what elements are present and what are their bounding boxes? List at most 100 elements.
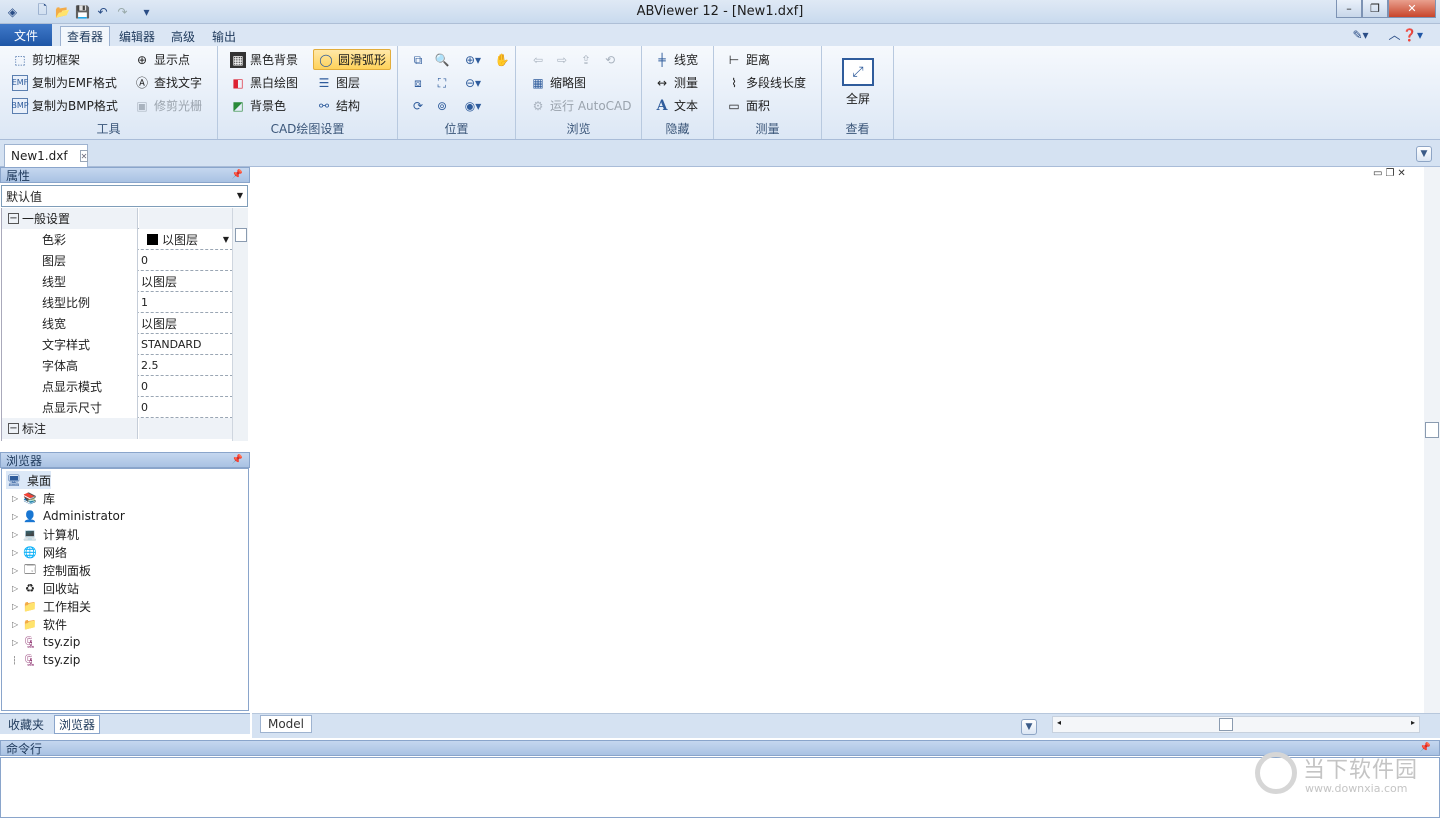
zoom-in-icon[interactable]: ⊕▾ — [460, 52, 486, 68]
expand-arrow-icon[interactable]: ▷ — [12, 584, 22, 593]
property-row-color[interactable]: 色彩 以图层 ▼ — [2, 229, 233, 250]
mdi-restore-icon[interactable]: ❐ — [1385, 168, 1397, 179]
property-row[interactable]: 图层 0 — [2, 250, 233, 271]
scroll-left-icon[interactable]: ◂ — [1057, 718, 1061, 727]
scroll-thumb[interactable] — [1425, 422, 1439, 438]
drawing-canvas[interactable] — [252, 167, 1424, 713]
restore-button[interactable]: ❐ — [1362, 0, 1388, 18]
minimize-ribbon-icon[interactable]: ︿ — [1386, 26, 1403, 43]
expand-arrow-icon[interactable]: ▷ — [12, 530, 22, 539]
collapse-icon[interactable]: − — [8, 213, 19, 224]
pan-hand-icon[interactable]: ✋ — [494, 52, 510, 68]
fit-window-icon[interactable]: ⧈ — [410, 75, 426, 91]
pin-icon[interactable]: 📌 — [232, 455, 243, 465]
tree-root-desktop[interactable]: 🖥 桌面 — [6, 471, 52, 489]
zoom-out-icon[interactable]: ⊖▾ — [460, 75, 486, 91]
zoom-previous-icon[interactable]: ⊚ — [434, 98, 450, 114]
refresh-icon[interactable]: ⟲ — [602, 52, 618, 68]
close-tab-icon[interactable]: ✕ — [79, 150, 89, 162]
copy-bmp-button[interactable]: BMP 复制为BMP格式 — [11, 95, 118, 116]
forward-arrow-icon[interactable]: ⇨ — [554, 52, 570, 68]
help-icon[interactable]: ❓▾ — [1402, 26, 1423, 43]
expand-arrow-icon[interactable]: ▷ — [12, 512, 22, 521]
mdi-close-icon[interactable]: ✕ — [1397, 168, 1408, 179]
clip-frame-button[interactable]: ⬚ 剪切框架 — [12, 49, 80, 70]
tree-item[interactable]: ▷ 📚 库 — [12, 489, 55, 507]
minimize-button[interactable]: – — [1336, 0, 1362, 18]
tree-item[interactable]: ▷ 📁 工作相关 — [12, 597, 91, 615]
property-row[interactable]: 点显示尺寸 0 — [2, 397, 233, 418]
mdi-minimize-icon[interactable]: ▭ — [1373, 168, 1385, 179]
tree-item[interactable]: ┆ 🗜 tsy.zip — [12, 651, 80, 669]
properties-selector[interactable]: 默认值 ▼ — [1, 185, 248, 207]
property-row[interactable]: 点显示模式 0 — [2, 376, 233, 397]
property-row[interactable]: 字体高 2.5 — [2, 355, 233, 376]
property-row[interactable]: 线型 以图层 — [2, 271, 233, 292]
rotate-3d-icon[interactable]: ⟳ — [410, 98, 426, 114]
find-text-button[interactable]: Ⓐ 查找文字 — [134, 72, 202, 93]
tab-favorites[interactable]: 收藏夹 — [4, 715, 48, 734]
close-button[interactable]: ✕ — [1388, 0, 1436, 18]
fullscreen-button[interactable]: ⤢ 全屏 — [840, 58, 876, 108]
tab-viewer[interactable]: 查看器 — [60, 26, 111, 46]
layout-list-chevron-icon[interactable]: ▼ — [1021, 719, 1037, 735]
show-points-button[interactable]: ⊕ 显示点 — [134, 49, 190, 70]
category-general[interactable]: − 一般设置 — [2, 208, 233, 229]
mdi-window-controls[interactable]: ▭❐✕ — [1373, 168, 1409, 179]
tab-output[interactable]: 输出 — [206, 26, 242, 46]
run-autocad-button[interactable]: ⚙ 运行 AutoCAD — [530, 95, 632, 116]
style-icon[interactable]: ✎▾ — [1352, 26, 1369, 43]
property-grid-scrollbar[interactable] — [232, 208, 248, 441]
back-arrow-icon[interactable]: ⇦ — [530, 52, 546, 68]
document-tab[interactable]: New1.dxf ✕ — [4, 144, 89, 167]
expand-arrow-icon[interactable]: ▷ — [12, 620, 22, 629]
hide-measure-button[interactable]: ↔ 测量 — [654, 72, 698, 93]
hide-text-button[interactable]: A 文本 — [654, 95, 698, 116]
expand-arrow-icon[interactable]: ▷ — [12, 602, 22, 611]
copy-emf-button[interactable]: EMF 复制为EMF格式 — [12, 72, 117, 93]
tree-item[interactable]: ▷ 🗜 tsy.zip — [12, 633, 80, 651]
property-row[interactable]: 线型比例 1 — [2, 292, 233, 313]
tree-item[interactable]: ▷ 🌐 网络 — [12, 543, 67, 561]
tab-file[interactable]: 文件 — [0, 24, 52, 46]
polyline-length-button[interactable]: ⌇ 多段线长度 — [726, 72, 806, 93]
tab-advanced[interactable]: 高级 — [165, 26, 201, 46]
tree-item[interactable]: ▷ ♻ 回收站 — [12, 579, 79, 597]
expand-arrow-icon[interactable]: ▷ — [12, 548, 22, 557]
tree-item[interactable]: ▷ 📁 软件 — [12, 615, 67, 633]
zoom-rect-icon[interactable]: 🔍 — [434, 52, 450, 68]
scroll-thumb[interactable] — [1219, 718, 1233, 731]
zoom-window-icon[interactable]: ⧉ — [410, 52, 426, 68]
trim-raster-button[interactable]: ▣ 修剪光栅 — [134, 95, 202, 116]
property-row[interactable]: 文字样式 STANDARD — [2, 334, 233, 355]
expand-arrow-icon[interactable]: ▷ — [12, 566, 22, 575]
tab-editor[interactable]: 编辑器 — [113, 26, 161, 46]
distance-button[interactable]: ⊢ 距离 — [726, 49, 770, 70]
expand-arrow-icon[interactable]: ▷ — [12, 494, 22, 503]
background-color-button[interactable]: ◩ 背景色 — [230, 95, 286, 116]
scroll-thumb[interactable] — [235, 228, 247, 242]
thumbnails-button[interactable]: ▦ 缩略图 — [530, 72, 586, 93]
color-dropdown[interactable]: 以图层 ▼ — [139, 229, 233, 250]
canvas-vertical-scrollbar[interactable] — [1424, 167, 1440, 713]
zoom-options-icon[interactable]: ◉▾ — [460, 98, 486, 114]
tab-list-chevron-icon[interactable]: ▼ — [1416, 146, 1432, 162]
pin-icon[interactable]: 📌 — [232, 170, 243, 180]
tab-model[interactable]: Model — [260, 715, 312, 733]
structure-button[interactable]: ⚯ 结构 — [316, 95, 360, 116]
canvas-horizontal-scrollbar[interactable]: ◂ ▸ — [1052, 716, 1420, 733]
lineweight-button[interactable]: ╪ 线宽 — [654, 49, 698, 70]
tree-item[interactable]: ▷ 👤 Administrator — [12, 507, 125, 525]
tree-item[interactable]: ▷ 💻 计算机 — [12, 525, 79, 543]
smooth-arc-button[interactable]: ◯ 圆滑弧形 — [313, 49, 392, 70]
black-white-button[interactable]: ◧ 黑白绘图 — [230, 72, 298, 93]
tab-browser[interactable]: 浏览器 — [54, 715, 101, 734]
folder-up-icon[interactable]: ⇪ — [578, 52, 594, 68]
zoom-extents-icon[interactable]: ⛶ — [434, 75, 450, 91]
category-dimension[interactable]: − 标注 — [2, 418, 233, 439]
command-line-input[interactable] — [0, 757, 1440, 818]
scroll-right-icon[interactable]: ▸ — [1411, 718, 1415, 727]
collapse-icon[interactable]: − — [8, 423, 19, 434]
expand-arrow-icon[interactable]: ▷ — [12, 638, 22, 647]
area-button[interactable]: ▭ 面积 — [726, 95, 770, 116]
